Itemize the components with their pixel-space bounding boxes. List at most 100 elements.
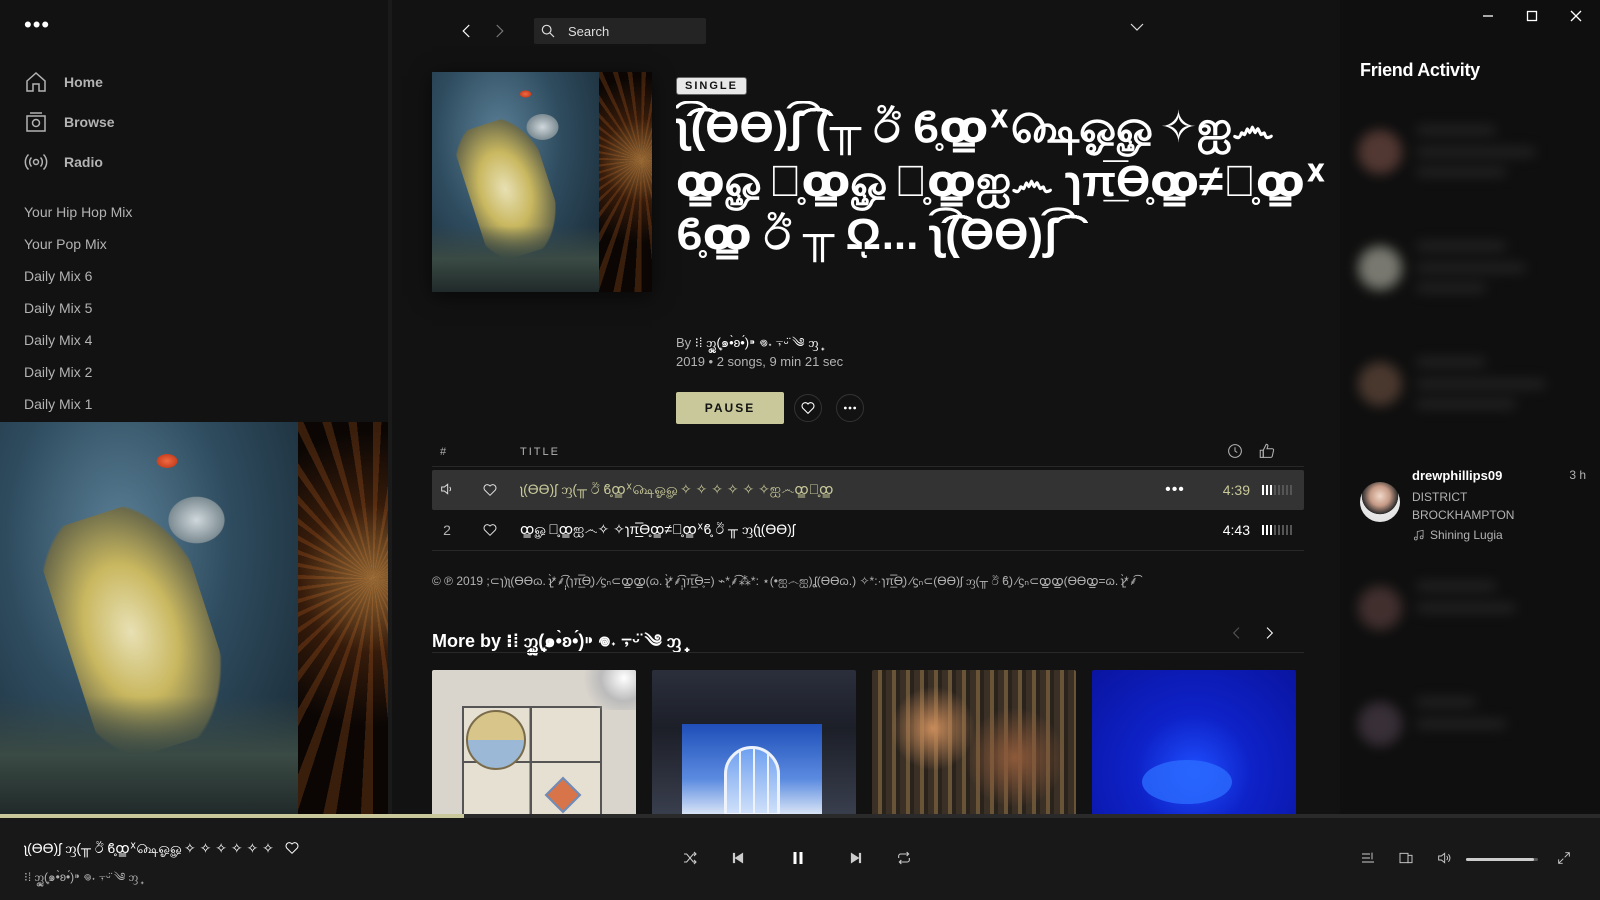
friend-activity-title: Friend Activity <box>1360 60 1480 80</box>
music-note-icon <box>1413 529 1424 541</box>
fullscreen-icon[interactable] <box>1552 846 1576 870</box>
sidebar-item-label: Radio <box>64 154 103 170</box>
more-options-button[interactable] <box>836 394 864 422</box>
thumbs-up-icon[interactable] <box>1258 442 1276 463</box>
friend-time: 3 h <box>1569 468 1586 482</box>
search-icon <box>541 24 555 38</box>
album-card[interactable] <box>652 670 856 816</box>
queue-icon[interactable] <box>1356 846 1380 870</box>
pause-button[interactable]: PAUSE <box>676 392 784 424</box>
playlist-item[interactable]: Daily Mix 1 <box>24 388 132 420</box>
prev-arrow-icon[interactable] <box>1226 622 1248 644</box>
playlist-item[interactable]: Daily Mix 2 <box>24 356 132 388</box>
now-playing-title[interactable]: ʅ(ƟӨ)ʃ ᦀ(╥ ඊ ϐ̥ꝏ̳ᕁ௸ஓௐ✧ ✧ ✧ ✧ ✧ ✧ஐ෴ <box>24 840 274 859</box>
heart-icon[interactable] <box>480 480 500 500</box>
maximize-button[interactable] <box>1510 0 1554 32</box>
repeat-icon[interactable] <box>890 844 918 872</box>
browse-icon <box>24 110 48 134</box>
search-input[interactable] <box>568 23 698 39</box>
track-row[interactable]: 2 ꝏ̳ௐஞ̥ꝏ̳ஐ෴✧ ✧ɿπ̲̅̅ϴ̥ꝏ̳≠ஞ̥ꝏ̳ᕁϐ̥ ඊ ╥ ᦀ(ʅ(… <box>432 510 1304 550</box>
album-type-badge: SINGLE <box>676 77 747 95</box>
volume-slider[interactable] <box>1466 858 1538 861</box>
devices-icon[interactable] <box>1394 846 1418 870</box>
track-number: 2 <box>443 522 451 538</box>
sidebar: ••• Home Browse Radio Your Hip Hop Mix Y… <box>0 0 392 816</box>
next-icon[interactable] <box>842 844 870 872</box>
divider <box>432 550 1304 551</box>
clock-icon[interactable] <box>1226 442 1244 463</box>
chevron-down-icon[interactable] <box>1128 18 1146 41</box>
sidebar-nav: Home Browse Radio <box>24 62 115 182</box>
blurred-friend-entry <box>1352 336 1592 432</box>
shuffle-icon[interactable] <box>676 844 704 872</box>
friend-track-artist[interactable]: BROCKHAMPTON <box>1412 506 1562 524</box>
playlist-item[interactable]: Daily Mix 6 <box>24 260 132 292</box>
save-heart-button[interactable] <box>794 394 822 422</box>
sidebar-item-radio[interactable]: Radio <box>24 142 115 182</box>
album-card[interactable] <box>432 670 636 816</box>
minimize-button[interactable] <box>1466 0 1510 32</box>
volume-icon[interactable] <box>1432 846 1456 870</box>
sidebar-item-label: Home <box>64 74 103 90</box>
minimize-icon <box>1483 15 1493 17</box>
album-meta: 2019 • 2 songs, 9 min 21 sec <box>676 354 844 369</box>
player-bar: ʅ(ƟӨ)ʃ ᦀ(╥ ඊ ϐ̥ꝏ̳ᕁ௸ஓௐ✧ ✧ ✧ ✧ ✧ ✧ஐ෴ ⁝⁞ ᦀ᩠… <box>0 818 1600 900</box>
friend-name[interactable]: drewphillips09 <box>1412 468 1502 483</box>
col-title[interactable]: TITLE <box>520 446 560 458</box>
app-menu-button[interactable]: ••• <box>24 14 50 36</box>
divider <box>432 466 1304 467</box>
copyright-text: © ℗ 2019 ;⊂ɿ)ʅ(ƟӨɷ. ʅ̷̤̀*⸙̩̩̩̩̩̩̩̩͡(ɿπ̲̅… <box>432 574 1138 588</box>
search-box[interactable] <box>534 18 706 44</box>
now-playing-cover-art[interactable] <box>0 422 388 814</box>
blurred-friend-entry <box>1352 220 1592 316</box>
track-title[interactable]: ʅ(ƟӨ)ʃ ᦀ(╥ ඊ ϐ̥ꝏ̳ᕁ௸ஓௐ✧ ✧ ✧ ✧ ✧ ✧ஐ෴ꝏ̳ஐ̥ꝏ̳ <box>520 481 1160 500</box>
blurred-friend-entry <box>1352 560 1592 656</box>
col-number: # <box>440 446 449 458</box>
playlist-list: Your Hip Hop Mix Your Pop Mix Daily Mix … <box>24 196 132 420</box>
heart-icon[interactable] <box>480 520 500 540</box>
playlist-item[interactable]: Your Pop Mix <box>24 228 132 260</box>
playlist-item[interactable]: Daily Mix 5 <box>24 292 132 324</box>
playlist-item[interactable]: Daily Mix 4 <box>24 324 132 356</box>
track-row[interactable]: ʅ(ƟӨ)ʃ ᦀ(╥ ඊ ϐ̥ꝏ̳ᕁ௸ஓௐ✧ ✧ ✧ ✧ ✧ ✧ஐ෴ꝏ̳ஐ̥ꝏ̳… <box>432 470 1304 510</box>
sidebar-item-browse[interactable]: Browse <box>24 102 115 142</box>
pause-icon[interactable] <box>780 840 816 876</box>
heart-icon[interactable] <box>284 840 300 861</box>
radio-icon <box>24 150 48 174</box>
friend-context[interactable]: Shining Lugia <box>1412 528 1503 542</box>
speaker-icon <box>432 481 462 500</box>
top-bar <box>396 0 1340 62</box>
track-title[interactable]: ꝏ̳ௐஞ̥ꝏ̳ஐ෴✧ ✧ɿπ̲̅̅ϴ̥ꝏ̳≠ஞ̥ꝏ̳ᕁϐ̥ ඊ ╥ ᦀ(ʅ(ƟӨ… <box>520 521 1160 540</box>
album-card[interactable] <box>872 670 1076 816</box>
popularity-bar <box>1262 485 1292 495</box>
next-arrow-icon[interactable] <box>1258 622 1280 644</box>
cover-fireworks-image <box>297 422 388 814</box>
album-card[interactable] <box>1092 670 1296 816</box>
album-artist-link[interactable]: ⁝⁞ ᦀ᩠ᩪᩬ(๑•̀ʚ•́)⁍ 𖦹˖ ⍪ᵕ̈ ༄ ᦀ᩠ <box>695 335 819 350</box>
home-icon <box>24 70 48 94</box>
avatar[interactable] <box>1360 482 1400 522</box>
previous-icon[interactable] <box>724 844 752 872</box>
track-duration: 4:39 <box>1222 482 1250 498</box>
playlist-item[interactable]: Your Hip Hop Mix <box>24 196 132 228</box>
friend-track: DISTRICT BROCKHAMPTON <box>1412 488 1562 524</box>
more-icon <box>843 406 857 410</box>
track-more-button[interactable]: ••• <box>1160 481 1190 499</box>
now-playing-artist[interactable]: ⁝⁞ ᦀ᩠ᩪᩬ(๑•̀ʚ•́)⁍ 𖦹˖ ⍪ᵕ̈ ༄ ᦀ᩠ <box>24 864 138 898</box>
album-cover-art <box>432 72 652 292</box>
sidebar-item-home[interactable]: Home <box>24 62 115 102</box>
more-by-heading[interactable]: More by ⁝⁞ ᦀ᩠ᩪᩬ(๑•̀ʚ•́)⁍ 𖦹˖ ⍪ᵕ̈ ༄ ᦀ᩠ <box>432 622 681 672</box>
friend-track-title[interactable]: DISTRICT <box>1412 488 1562 506</box>
sidebar-item-label: Browse <box>64 114 115 130</box>
by-label: By <box>676 335 692 350</box>
back-arrow-icon[interactable] <box>456 20 478 42</box>
tracklist-header: # TITLE <box>432 442 1304 462</box>
friend-context-label: Shining Lugia <box>1430 528 1503 542</box>
divider <box>432 652 1304 653</box>
friend-activity-panel: Friend Activity drewphillips09 3 h DISTR… <box>1340 0 1600 816</box>
main-view: SINGLE ʅ͡͡͡͡͡͡͡͡͡͡͡(ƟӨ)ʃ͡͡͡͡͡͡͡͡͡͡͡͡͡͡ (… <box>396 0 1340 816</box>
volume-slider-fill <box>1466 858 1535 861</box>
forward-arrow-icon[interactable] <box>488 20 510 42</box>
popularity-bar <box>1262 525 1292 535</box>
close-button[interactable] <box>1554 0 1598 32</box>
